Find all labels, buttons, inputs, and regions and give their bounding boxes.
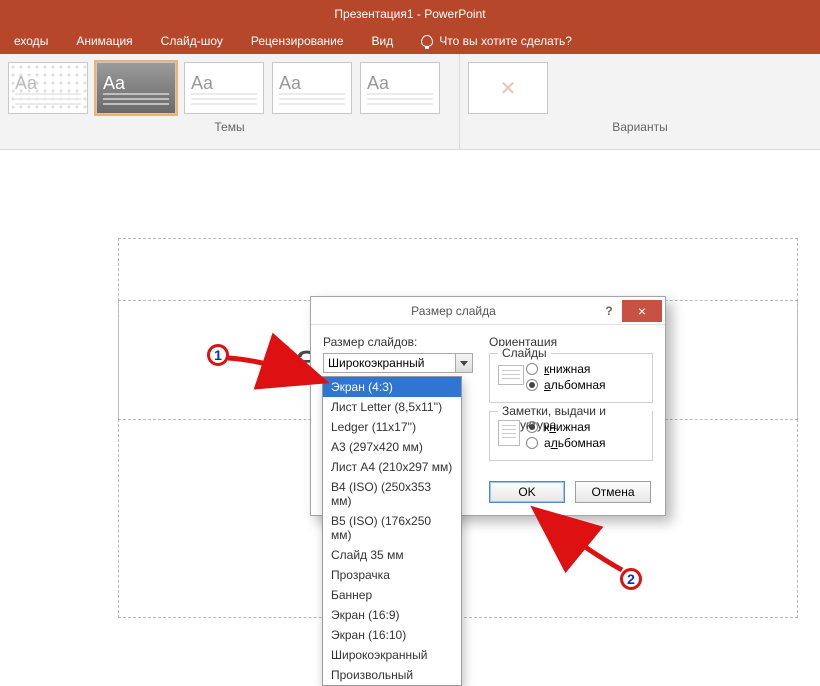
lightbulb-icon <box>421 35 433 47</box>
theme-thumb[interactable]: Aa <box>272 62 352 114</box>
tab-view[interactable]: Вид <box>358 28 408 54</box>
ok-button[interactable]: OK <box>489 481 565 503</box>
dropdown-option[interactable]: Экран (16:9) <box>323 605 461 625</box>
ribbon-group-themes: Aa Aa Aa Aa Aa Темы <box>0 54 460 149</box>
themes-group-label: Темы <box>0 114 459 138</box>
theme-thumb[interactable]: Aa <box>96 62 176 114</box>
dropdown-option[interactable]: Ledger (11x17'') <box>323 417 461 437</box>
dropdown-option[interactable]: Экран (4:3) <box>323 377 461 397</box>
slide-size-dropdown[interactable]: Экран (4:3) Лист Letter (8,5x11'') Ledge… <box>322 376 462 686</box>
app-title: Презентация1 - PowerPoint <box>334 7 485 21</box>
tab-animations[interactable]: Анимация <box>62 28 146 54</box>
radio-slides-portrait-label[interactable]: книжная <box>544 362 590 376</box>
radio-slides-portrait[interactable] <box>526 363 538 375</box>
radio-notes-landscape[interactable] <box>526 437 538 449</box>
tell-me-label: Что вы хотите сделать? <box>439 34 572 48</box>
dropdown-option[interactable]: Слайд 35 мм <box>323 545 461 565</box>
themes-gallery[interactable]: Aa Aa Aa Aa Aa <box>0 54 459 114</box>
notes-orientation-group: Заметки, выдачи и структура книжная альб… <box>489 411 653 461</box>
tab-review[interactable]: Рецензирование <box>237 28 358 54</box>
dropdown-option[interactable]: Широкоэкранный <box>323 645 461 665</box>
dropdown-option[interactable]: Прозрачка <box>323 565 461 585</box>
variant-thumb[interactable]: ✕ <box>468 62 548 114</box>
combo-arrow-button[interactable] <box>455 354 472 372</box>
orientation-column: Ориентация Слайды книжная альбомная Заме… <box>489 335 653 469</box>
close-icon: × <box>638 303 646 319</box>
annotation-step-1: 1 <box>207 344 229 366</box>
dialog-title: Размер слайда <box>311 304 596 318</box>
dropdown-option[interactable]: Лист A4 (210x297 мм) <box>323 457 461 477</box>
theme-thumb[interactable]: Aa <box>184 62 264 114</box>
dialog-titlebar: Размер слайда ? × <box>311 297 665 325</box>
dialog-close-button[interactable]: × <box>622 300 662 322</box>
theme-thumb[interactable]: Aa <box>360 62 440 114</box>
dropdown-option[interactable]: A3 (297x420 мм) <box>323 437 461 457</box>
radio-slides-landscape[interactable] <box>526 379 538 391</box>
slides-orientation-group: Слайды книжная альбомная <box>489 353 653 403</box>
dropdown-option[interactable]: B4 (ISO) (250x353 мм) <box>323 477 461 511</box>
annotation-step-2: 2 <box>620 568 642 590</box>
radio-notes-portrait-label[interactable]: книжная <box>544 420 590 434</box>
tab-slideshow[interactable]: Слайд-шоу <box>147 28 237 54</box>
variants-group-label: Варианты <box>460 114 820 138</box>
ribbon: Aa Aa Aa Aa Aa Темы ✕ Варианты <box>0 54 820 150</box>
dropdown-option[interactable]: Экран (16:10) <box>323 625 461 645</box>
slide-size-combobox[interactable]: Широкоэкранный <box>323 353 473 373</box>
dropdown-option[interactable]: Лист Letter (8,5x11'') <box>323 397 461 417</box>
combo-value: Широкоэкранный <box>328 356 424 370</box>
dropdown-option[interactable]: Произвольный <box>323 665 461 685</box>
cancel-button[interactable]: Отмена <box>575 481 651 503</box>
variants-gallery[interactable]: ✕ <box>460 54 820 114</box>
size-label: Размер слайдов: <box>323 335 473 349</box>
slides-legend: Слайды <box>498 346 551 360</box>
radio-notes-landscape-label[interactable]: альбомная <box>544 436 606 450</box>
dialog-help-button[interactable]: ? <box>596 304 622 318</box>
chevron-down-icon <box>460 361 468 366</box>
dropdown-option[interactable]: B5 (ISO) (176x250 мм) <box>323 511 461 545</box>
ribbon-tab-bar: еходы Анимация Слайд-шоу Рецензирование … <box>0 28 820 54</box>
tab-transitions[interactable]: еходы <box>0 28 62 54</box>
radio-slides-landscape-label[interactable]: альбомная <box>544 378 606 392</box>
dropdown-option[interactable]: Баннер <box>323 585 461 605</box>
title-bar: Презентация1 - PowerPoint <box>0 0 820 28</box>
theme-thumb[interactable]: Aa <box>8 62 88 114</box>
tell-me[interactable]: Что вы хотите сделать? <box>407 34 572 48</box>
radio-notes-portrait[interactable] <box>526 421 538 433</box>
ribbon-group-variants: ✕ Варианты <box>460 54 820 149</box>
